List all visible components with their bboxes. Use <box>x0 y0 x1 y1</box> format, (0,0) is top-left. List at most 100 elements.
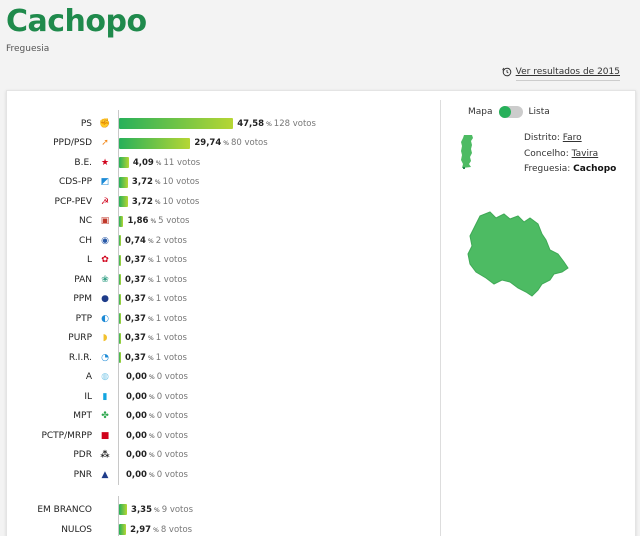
result-bar <box>119 293 121 305</box>
percent-value: 0,00 <box>126 450 147 460</box>
page-subtitle: Freguesia <box>6 44 50 54</box>
bar-zone: 0,37% 1 votos <box>119 352 187 363</box>
percent-value: 2,97 <box>130 524 152 535</box>
bar-zone: 0,00% 0 votos <box>119 411 188 422</box>
percent-value: 0,37 <box>125 333 146 343</box>
freguesia-value: Cachopo <box>573 164 617 174</box>
percent-sign: % <box>148 471 155 479</box>
party-name: PAN <box>74 274 92 285</box>
cds-logo-icon: ◩ <box>100 177 110 187</box>
party-row: B.E. ★ 4,09% 11 votos <box>0 153 420 172</box>
result-label: 0,37% 1 votos <box>125 314 187 324</box>
percent-value: 4,09 <box>132 157 154 168</box>
result-label: 0,00% 0 votos <box>126 450 188 460</box>
party-name: NC <box>78 216 92 226</box>
vote-count: 0 votos <box>156 469 188 480</box>
percent-value: 0,37 <box>125 274 146 285</box>
mrpp-logo-icon: ■ <box>100 430 110 441</box>
party-row: IL ▮ 0,00% 0 votos <box>0 387 420 406</box>
il-logo-icon: ▮ <box>102 391 108 402</box>
vote-count: 128 votos <box>273 118 316 129</box>
percent-value: 29,74 <box>194 138 222 148</box>
distrito-label: Distrito: <box>524 133 560 143</box>
percent-sign: % <box>148 393 155 401</box>
panel-divider <box>440 100 441 536</box>
party-name: A <box>85 372 92 382</box>
percent-sign: % <box>150 218 157 225</box>
distrito-link[interactable]: Faro <box>563 133 582 143</box>
percent-sign: % <box>266 120 272 128</box>
bar-zone: 3,72% 10 votos <box>119 196 199 207</box>
result-bar <box>119 352 121 363</box>
portugal-mini-map <box>461 135 473 169</box>
percent-value: 0,37 <box>125 255 146 265</box>
bar-zone: 0,37% 1 votos <box>119 313 187 324</box>
result-bar <box>119 254 121 266</box>
percent-value: 0,37 <box>125 352 146 363</box>
previous-results-link[interactable]: Ver resultados de 2015 <box>501 67 620 77</box>
percent-value: 0,37 <box>125 294 146 304</box>
party-row: PAN ❀ 0,37% 1 votos <box>0 270 420 289</box>
result-label: 47,58% 128 votos <box>237 119 316 129</box>
party-row: PDR ⁂ 0,00% 0 votos <box>0 446 420 465</box>
result-label: 0,74% 2 votos <box>125 236 187 246</box>
vote-count: 80 votos <box>230 138 268 148</box>
toggle-label-list[interactable]: Lista <box>529 107 550 117</box>
vote-count: 0 votos <box>156 450 188 460</box>
bar-zone: 47,58% 128 votos <box>119 118 316 129</box>
percent-sign: % <box>147 335 154 342</box>
vote-count: 1 votos <box>155 294 187 304</box>
result-bar <box>119 332 121 344</box>
bar-zone: 0,37% 1 votos <box>119 274 187 285</box>
party-name: CH <box>78 235 92 246</box>
party-name: PS <box>80 118 92 129</box>
party-row: MPT ✤ 0,00% 0 votos <box>0 407 420 426</box>
party-row: L ✿ 0,37% 1 votos <box>0 251 420 270</box>
party-row: PNR ▲ 0,00% 0 votos <box>0 465 420 484</box>
party-name: PPD/PSD <box>53 138 92 148</box>
result-bar <box>119 235 121 246</box>
ps-logo-icon: ✊ <box>99 118 111 129</box>
party-name: CDS-PP <box>58 177 92 187</box>
l-logo-icon: ✿ <box>101 255 109 265</box>
result-bar <box>119 196 128 207</box>
party-name: EM BRANCO <box>37 504 92 515</box>
vote-count: 1 votos <box>155 333 187 343</box>
bar-zone: 0,37% 1 votos <box>119 254 187 266</box>
party-row: NC ▣ 1,86% 5 votos <box>0 212 420 231</box>
result-label: 3,72% 10 votos <box>132 197 199 207</box>
nc-logo-icon: ▣ <box>100 216 110 226</box>
bar-zone: 3,72% 10 votos <box>119 176 199 188</box>
vote-count: 8 votos <box>160 524 193 535</box>
party-row: PTP ◐ 0,37% 1 votos <box>0 309 420 328</box>
toggle-switch[interactable] <box>498 106 523 118</box>
party-row: PCP-PEV ☭ 3,72% 10 votos <box>0 192 420 211</box>
percent-sign: % <box>154 198 161 206</box>
result-bar <box>119 118 234 129</box>
view-toggle[interactable]: Mapa Lista <box>468 106 550 118</box>
vote-count: 0 votos <box>156 391 188 402</box>
rir-logo-icon: ◔ <box>101 352 109 363</box>
result-bar <box>119 137 191 149</box>
percent-sign: % <box>147 354 154 362</box>
party-name: PDR <box>73 450 92 460</box>
concelho-link[interactable]: Tavira <box>572 149 599 159</box>
pan-logo-icon: ❀ <box>101 274 109 285</box>
result-label: 0,37% 1 votos <box>125 275 187 285</box>
result-label: 0,00% 0 votos <box>126 411 188 421</box>
result-label: 0,00% 0 votos <box>126 470 188 480</box>
bar-zone: 0,00% 0 votos <box>119 372 188 383</box>
percent-sign: % <box>223 140 229 147</box>
toggle-label-map[interactable]: Mapa <box>468 107 493 117</box>
result-label: 3,72% 10 votos <box>132 177 199 187</box>
party-row: EM BRANCO 3,35% 9 votos <box>0 500 420 519</box>
concelho-row: Concelho: Tavira <box>524 149 598 159</box>
percent-value: 0,00 <box>126 411 147 421</box>
percent-sign: % <box>148 452 155 459</box>
percent-sign: % <box>153 526 159 534</box>
percent-value: 3,72 <box>131 177 153 187</box>
page-title: Cachopo <box>6 4 147 39</box>
ch-logo-icon: ◉ <box>101 235 109 246</box>
result-label: 0,37% 1 votos <box>125 333 187 343</box>
percent-sign: % <box>147 237 154 245</box>
